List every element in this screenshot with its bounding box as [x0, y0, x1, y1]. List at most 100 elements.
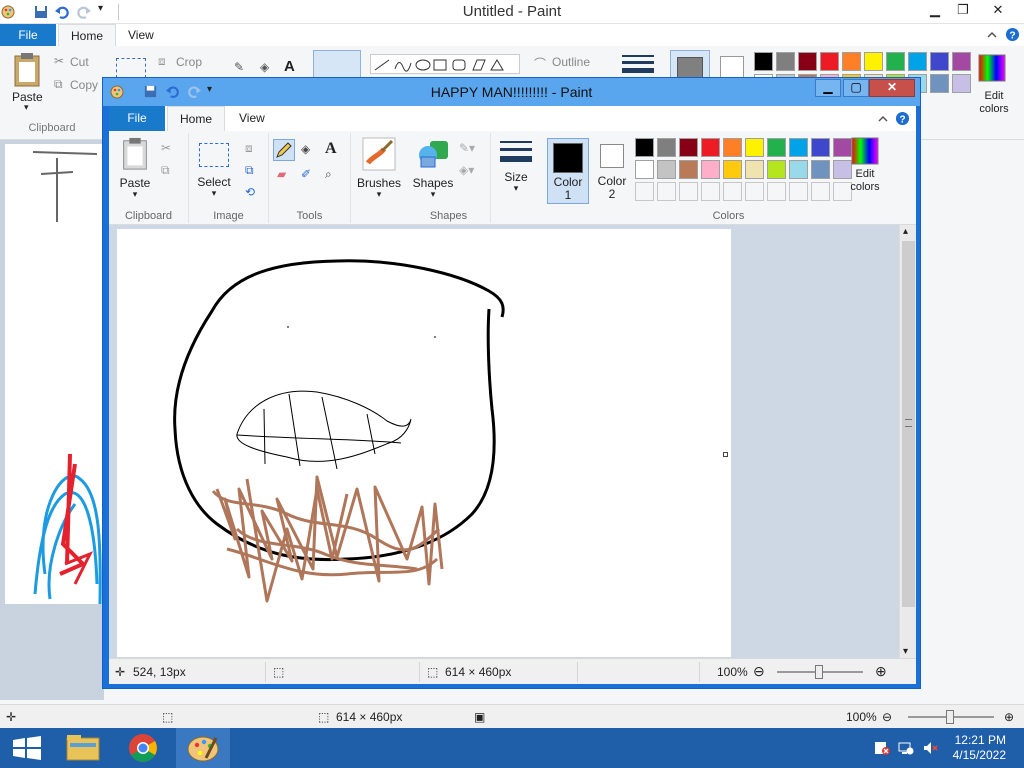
bg-file-tab[interactable]: File [0, 24, 56, 46]
bg-text-icon[interactable]: A [284, 58, 295, 75]
drawing-canvas[interactable] [117, 229, 731, 657]
bg-help-icon[interactable]: ? [1005, 27, 1020, 42]
bg-collapse-ribbon-icon[interactable] [986, 29, 998, 41]
color1-button[interactable]: Color 1 [547, 138, 589, 204]
palette-swatch[interactable] [723, 160, 742, 179]
action-center-icon[interactable] [874, 740, 890, 756]
bg-outline-label[interactable]: Outline [552, 55, 590, 69]
bg-edit-colors-label[interactable]: Edit colors [972, 90, 1016, 116]
resize-icon[interactable]: ⧉ [245, 163, 263, 181]
palette-swatch[interactable] [952, 52, 971, 71]
edit-colors-button[interactable]: Edit colors [845, 137, 885, 194]
palette-swatch[interactable] [789, 138, 808, 157]
bg-restore-button[interactable]: ❐ [948, 0, 978, 20]
palette-custom-swatch[interactable] [745, 182, 764, 201]
shapes-button[interactable]: Shapes ▾ [411, 137, 455, 199]
zoom-slider[interactable] [777, 665, 863, 679]
title-bar[interactable]: ▾ HAPPY MAN!!!!!!!!! - Paint ▁ ▢ ✕ [103, 78, 920, 106]
help-icon[interactable]: ? [895, 111, 910, 126]
pencil-tool[interactable] [273, 139, 295, 161]
bg-size-icon[interactable] [622, 54, 654, 78]
copy-icon[interactable]: ⧉ [161, 163, 179, 181]
canvas-resize-handle[interactable] [723, 452, 728, 457]
palette-swatch[interactable] [930, 74, 949, 93]
bg-drawing-canvas[interactable] [5, 144, 103, 605]
scroll-thumb[interactable] [902, 241, 915, 607]
palette-custom-swatch[interactable] [657, 182, 676, 201]
palette-swatch[interactable] [635, 160, 654, 179]
bg-zoom-slider[interactable] [908, 710, 994, 724]
size-button[interactable]: Size ▾ [497, 141, 535, 193]
color-picker-icon[interactable]: ✐ [301, 167, 319, 185]
palette-swatch[interactable] [864, 52, 883, 71]
fill-icon[interactable]: ◈ [301, 142, 319, 160]
palette-swatch[interactable] [930, 52, 949, 71]
bg-zoom-in-icon[interactable]: ⊕ [1004, 710, 1014, 724]
paint-taskbar-button[interactable] [176, 728, 230, 768]
bg-shapes-gallery[interactable] [370, 54, 520, 74]
fill-shape-icon[interactable]: ◈▾ [459, 163, 477, 181]
text-icon[interactable]: A [325, 140, 343, 158]
palette-swatch[interactable] [754, 52, 773, 71]
palette-swatch[interactable] [635, 138, 654, 157]
maximize-button[interactable]: ▢ [843, 79, 869, 97]
bg-crop-label[interactable]: Crop [176, 55, 202, 69]
eraser-icon[interactable]: ▰ [277, 167, 295, 185]
paint-window[interactable]: ▾ HAPPY MAN!!!!!!!!! - Paint ▁ ▢ ✕ File … [102, 77, 921, 689]
palette-swatch[interactable] [701, 138, 720, 157]
view-tab[interactable]: View [227, 106, 277, 131]
scroll-up-icon[interactable]: ▴ [903, 226, 908, 237]
bg-title-bar[interactable]: ▾ Untitled - Paint ▁ ❐ ✕ [0, 0, 1024, 24]
palette-swatch[interactable] [701, 160, 720, 179]
bg-paste-dropdown-icon[interactable]: ▾ [24, 102, 29, 113]
palette-custom-swatch[interactable] [767, 182, 786, 201]
bg-cut-icon[interactable]: ✂ [54, 54, 64, 68]
palette-swatch[interactable] [886, 52, 905, 71]
palette-swatch[interactable] [745, 160, 764, 179]
palette-swatch[interactable] [798, 52, 817, 71]
palette-swatch[interactable] [657, 138, 676, 157]
magnifier-icon[interactable]: ⌕ [325, 167, 343, 185]
palette-swatch[interactable] [679, 160, 698, 179]
zoom-in-icon[interactable]: ⊕ [875, 664, 887, 678]
palette-swatch[interactable] [811, 160, 830, 179]
bg-copy-icon[interactable]: ⧉ [54, 77, 63, 92]
bg-zoom-out-icon[interactable]: ⊖ [882, 710, 892, 724]
outline-icon[interactable]: ✎▾ [459, 141, 477, 159]
palette-custom-swatch[interactable] [723, 182, 742, 201]
chrome-button[interactable] [116, 728, 170, 768]
bg-edit-colors-icon[interactable] [978, 54, 1006, 82]
palette-swatch[interactable] [767, 160, 786, 179]
palette-swatch[interactable] [908, 52, 927, 71]
palette-swatch[interactable] [811, 138, 830, 157]
palette-custom-swatch[interactable] [635, 182, 654, 201]
close-button[interactable]: ✕ [869, 79, 915, 97]
zoom-out-icon[interactable]: ⊖ [753, 664, 765, 678]
select-button[interactable]: Select ▾ [193, 137, 235, 198]
bg-cut-label[interactable]: Cut [70, 55, 89, 69]
bg-crop-icon[interactable]: ⧈ [158, 54, 166, 69]
network-icon[interactable] [898, 740, 914, 756]
palette-swatch[interactable] [820, 52, 839, 71]
bg-minimize-button[interactable]: ▁ [920, 0, 950, 20]
clock[interactable]: 12:21 PM 4/15/2022 [953, 733, 1006, 763]
rotate-icon[interactable]: ⟲ [245, 185, 263, 203]
minimize-button[interactable]: ▁ [815, 79, 841, 97]
palette-swatch[interactable] [723, 138, 742, 157]
bg-select-icon[interactable] [116, 58, 146, 78]
palette-custom-swatch[interactable] [811, 182, 830, 201]
palette-swatch[interactable] [776, 52, 795, 71]
vertical-scrollbar[interactable]: ▴ ▾ [899, 225, 916, 658]
paste-button[interactable]: Paste ▾ [115, 137, 155, 199]
brushes-button[interactable]: Brushes ▾ [357, 137, 401, 199]
palette-swatch[interactable] [679, 138, 698, 157]
bg-fill-icon[interactable]: ◈ [260, 60, 269, 74]
bg-view-tab[interactable]: View [116, 24, 166, 46]
palette-swatch[interactable] [842, 52, 861, 71]
start-button[interactable] [0, 728, 54, 768]
color2-button[interactable]: Color 2 [591, 138, 633, 204]
volume-icon[interactable] [922, 740, 938, 756]
bg-pencil-icon[interactable]: ✎ [234, 60, 244, 74]
palette-swatch[interactable] [952, 74, 971, 93]
bg-home-tab[interactable]: Home [58, 24, 117, 46]
